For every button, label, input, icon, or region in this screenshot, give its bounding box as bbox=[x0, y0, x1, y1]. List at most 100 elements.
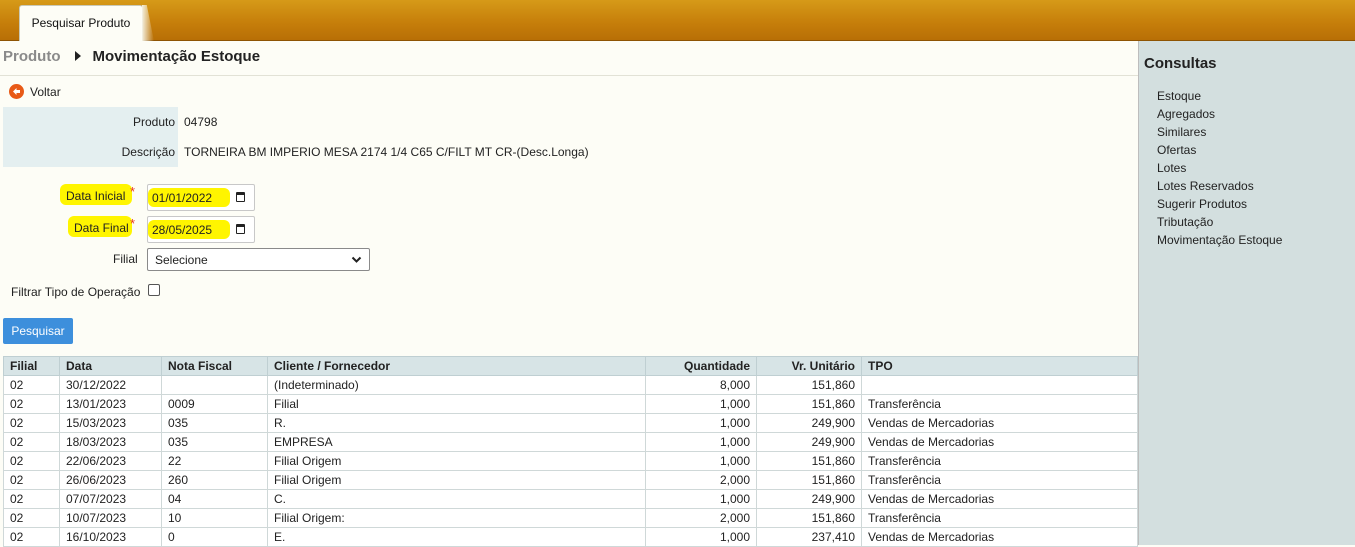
table-cell: EMPRESA bbox=[267, 432, 646, 452]
sidebar-item-lotes-reservados[interactable]: Lotes Reservados bbox=[1157, 177, 1282, 195]
sidebar-item-similares[interactable]: Similares bbox=[1157, 123, 1282, 141]
sidebar-item-sugerir-produtos[interactable]: Sugerir Produtos bbox=[1157, 195, 1282, 213]
sidebar-item-agregados[interactable]: Agregados bbox=[1157, 105, 1282, 123]
col-vr-unitario[interactable]: Vr. Unitário bbox=[756, 356, 862, 376]
product-desc-label: Descrição bbox=[3, 137, 178, 167]
table-cell: (Indeterminado) bbox=[267, 375, 646, 395]
table-cell: 260 bbox=[161, 470, 268, 490]
sidebar-item-ofertas[interactable]: Ofertas bbox=[1157, 141, 1282, 159]
movement-table: Filial Data Nota Fiscal Cliente / Fornec… bbox=[3, 356, 1138, 547]
table-cell: 1,000 bbox=[645, 432, 757, 452]
chevron-down-icon bbox=[351, 256, 362, 263]
table-cell: 151,860 bbox=[756, 394, 862, 414]
table-cell: 02 bbox=[3, 432, 60, 452]
table-cell: 249,900 bbox=[756, 432, 862, 452]
table-cell: 151,860 bbox=[756, 470, 862, 490]
calendar-icon[interactable] bbox=[236, 192, 245, 202]
table-row[interactable]: 02 16/10/2023 0 E. 1,000 237,410 Vendas de Mer… bbox=[3, 527, 1138, 547]
sidebar-item-estoque[interactable]: Estoque bbox=[1157, 87, 1282, 105]
table-cell: 15/03/2023 bbox=[59, 413, 162, 433]
table-cell: Transferência bbox=[861, 451, 1138, 471]
table-cell: Filial Origem: bbox=[267, 508, 646, 528]
table-cell: Vendas de Mercadorias bbox=[861, 489, 1138, 509]
table-cell: 22/06/2023 bbox=[59, 451, 162, 471]
breadcrumb-arrow-icon bbox=[74, 51, 81, 61]
table-cell bbox=[861, 375, 1138, 395]
table-row[interactable]: 02 10/07/2023 10 Filial Origem: 2,000 151,860… bbox=[3, 508, 1138, 528]
product-desc-value: TORNEIRA BM IMPERIO MESA 2174 1/4 C65 C/… bbox=[184, 145, 589, 159]
table-cell: 02 bbox=[3, 394, 60, 414]
col-filial[interactable]: Filial bbox=[3, 356, 60, 376]
table-header-row: Filial Data Nota Fiscal Cliente / Fornec… bbox=[3, 356, 1138, 376]
calendar-icon[interactable] bbox=[236, 224, 245, 234]
table-cell: Filial bbox=[267, 394, 646, 414]
table-cell: 1,000 bbox=[645, 451, 757, 471]
table-cell: C. bbox=[267, 489, 646, 509]
end-date-input[interactable]: 28/05/2025 bbox=[147, 216, 255, 243]
table-cell: 02 bbox=[3, 375, 60, 395]
branch-select[interactable]: Selecione bbox=[147, 248, 370, 271]
main-content: Produto Movimentação Estoque Voltar Prod… bbox=[0, 41, 1138, 547]
table-cell: Vendas de Mercadorias bbox=[861, 413, 1138, 433]
sidebar-title: Consultas bbox=[1144, 55, 1217, 72]
table-cell: 151,860 bbox=[756, 375, 862, 395]
page-title: Movimentação Estoque bbox=[92, 47, 261, 65]
col-quantidade[interactable]: Quantidade bbox=[645, 356, 757, 376]
sidebar-list: Estoque Agregados Similares Ofertas Lotes Lot… bbox=[1157, 87, 1282, 249]
table-cell: 151,860 bbox=[756, 508, 862, 528]
table-cell: 1,000 bbox=[645, 489, 757, 509]
table-cell: 02 bbox=[3, 413, 60, 433]
table-cell: 18/03/2023 bbox=[59, 432, 162, 452]
table-cell: Filial Origem bbox=[267, 451, 646, 471]
search-button[interactable]: Pesquisar bbox=[3, 318, 73, 344]
filter-type-checkbox[interactable] bbox=[148, 284, 160, 296]
breadcrumb-root[interactable]: Produto bbox=[3, 48, 61, 65]
table-cell: 04 bbox=[161, 489, 268, 509]
table-cell: 151,860 bbox=[756, 451, 862, 471]
breadcrumb: Produto Movimentação Estoque bbox=[3, 45, 260, 67]
sidebar-item-lotes[interactable]: Lotes bbox=[1157, 159, 1282, 177]
top-bar: Pesquisar Produto bbox=[0, 0, 1355, 41]
table-cell: 16/10/2023 bbox=[59, 527, 162, 547]
table-cell: 02 bbox=[3, 527, 60, 547]
table-cell: 0 bbox=[161, 527, 268, 547]
table-row[interactable]: 02 22/06/2023 22 Filial Origem 1,000 151,860 T… bbox=[3, 451, 1138, 471]
table-cell: 249,900 bbox=[756, 413, 862, 433]
table-cell: 10/07/2023 bbox=[59, 508, 162, 528]
table-row[interactable]: 02 30/12/2022 (Indeterminado) 8,000 151,860 bbox=[3, 375, 1138, 395]
table-row[interactable]: 02 07/07/2023 04 C. 1,000 249,900 Vendas de Me… bbox=[3, 489, 1138, 509]
table-cell: 07/07/2023 bbox=[59, 489, 162, 509]
table-cell: 237,410 bbox=[756, 527, 862, 547]
table-row[interactable]: 02 13/01/2023 0009 Filial 1,000 151,860 Transf… bbox=[3, 394, 1138, 414]
table-cell: Transferência bbox=[861, 508, 1138, 528]
table-cell: 26/06/2023 bbox=[59, 470, 162, 490]
table-row[interactable]: 02 15/03/2023 035 R. 1,000 249,900 Vendas de M… bbox=[3, 413, 1138, 433]
tab-pesquisar-produto[interactable]: Pesquisar Produto bbox=[19, 5, 143, 41]
table-cell: Transferência bbox=[861, 470, 1138, 490]
start-date-input[interactable]: 01/01/2022 bbox=[147, 184, 255, 211]
back-label: Voltar bbox=[30, 84, 61, 99]
sidebar-item-tributa-o[interactable]: Tributação bbox=[1157, 213, 1282, 231]
table-cell: 8,000 bbox=[645, 375, 757, 395]
col-nota-fiscal[interactable]: Nota Fiscal bbox=[161, 356, 268, 376]
table-cell: 035 bbox=[161, 413, 268, 433]
back-link[interactable]: Voltar bbox=[9, 84, 61, 99]
table-cell: R. bbox=[267, 413, 646, 433]
required-mark: * bbox=[130, 216, 136, 231]
table-cell: 13/01/2023 bbox=[59, 394, 162, 414]
table-row[interactable]: 02 26/06/2023 260 Filial Origem 2,000 151,860… bbox=[3, 470, 1138, 490]
table-cell: 035 bbox=[161, 432, 268, 452]
col-tpo[interactable]: TPO bbox=[861, 356, 1138, 376]
tab-edge bbox=[142, 5, 154, 41]
table-cell: Vendas de Mercadorias bbox=[861, 432, 1138, 452]
col-data[interactable]: Data bbox=[59, 356, 162, 376]
col-cliente-fornecedor[interactable]: Cliente / Fornecedor bbox=[267, 356, 646, 376]
sidebar-item-movimenta-o-estoque[interactable]: Movimentação Estoque bbox=[1157, 231, 1282, 249]
table-cell: 1,000 bbox=[645, 527, 757, 547]
product-code-row: Produto 04798 bbox=[3, 107, 1136, 137]
sidebar-consultas: Consultas Estoque Agregados Similares Ofert… bbox=[1138, 41, 1355, 545]
required-mark: * bbox=[130, 184, 136, 199]
end-date-value: 28/05/2025 bbox=[152, 223, 213, 237]
table-row[interactable]: 02 18/03/2023 035 EMPRESA 1,000 249,900 Vendas… bbox=[3, 432, 1138, 452]
product-code-value: 04798 bbox=[184, 115, 218, 129]
